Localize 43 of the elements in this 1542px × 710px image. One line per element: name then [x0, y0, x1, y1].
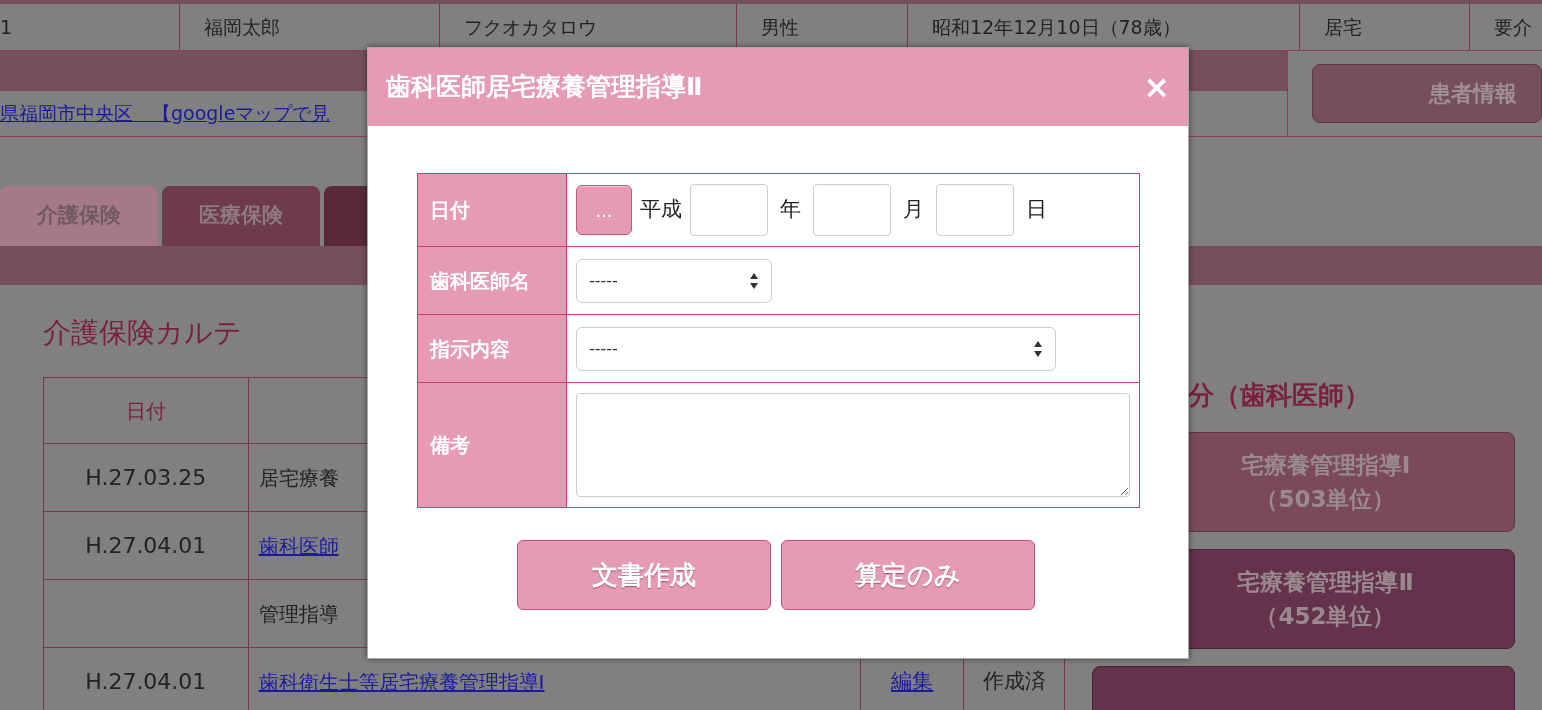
karte-title: 介護保険カルテ: [43, 315, 242, 351]
address-link[interactable]: 県福岡市中央区 【googleマップで見: [0, 99, 331, 128]
field-label: 歯科医師名: [430, 267, 530, 295]
dialog-title: 歯科医師居宅療養管理指導Ⅱ: [386, 71, 703, 104]
patient-info-button[interactable]: 患者情報: [1312, 64, 1542, 123]
date-unit-label: 年: [780, 196, 801, 224]
select-field[interactable]: -----: [576, 258, 772, 303]
patient-info-cell-text: フクオカタロウ: [464, 14, 597, 40]
date-cell-text: H.27.03.25: [85, 464, 207, 492]
date-unit-label: 月: [903, 196, 924, 224]
date-unit-label: 日: [1026, 196, 1047, 224]
era-label: 平成: [640, 196, 682, 224]
dialog-action-button[interactable]: 算定のみ: [781, 540, 1035, 610]
column-header: 日付: [125, 397, 166, 425]
field-label: 指示内容: [430, 335, 510, 363]
patient-info-cell-text: 福岡太郎: [204, 14, 280, 40]
edit-link[interactable]: 編集: [891, 665, 934, 698]
side-heading: 分（歯科医師）: [1187, 379, 1370, 412]
record-link[interactable]: 歯科医師: [258, 530, 339, 561]
close-button[interactable]: ×: [1143, 71, 1170, 103]
date-picker-button[interactable]: ...: [576, 185, 632, 235]
select-field[interactable]: -----: [576, 326, 1056, 371]
updown-arrows-icon: [1033, 339, 1043, 358]
date-input-field[interactable]: [813, 184, 891, 236]
date-cell-text: H.27.04.01: [85, 668, 207, 696]
updown-arrows-icon: [749, 271, 759, 290]
patient-info-cell-text: 1: [0, 14, 13, 40]
patient-info-cell-text: 要介: [1494, 14, 1532, 40]
patient-info-cell-text: 男性: [761, 14, 799, 40]
patient-info-cell-text: 居宅: [1324, 14, 1362, 40]
date-input-field[interactable]: [936, 184, 1014, 236]
record-text: 居宅療養: [258, 464, 339, 492]
tab[interactable]: 医療保険: [162, 186, 320, 246]
field-label: 備考: [430, 432, 470, 459]
remarks-field[interactable]: [576, 393, 1130, 497]
record-link[interactable]: 歯科衛生士等居宅療養管理指導Ⅰ: [258, 666, 545, 697]
date-input-field[interactable]: [690, 184, 768, 236]
status-cell-text: 作成済: [982, 667, 1046, 695]
date-cell-text: H.27.04.01: [85, 532, 207, 560]
patient-info-cell-text: 昭和12年12月10日（78歳）: [932, 14, 1181, 40]
dialog-action-button[interactable]: 文書作成: [517, 540, 771, 610]
record-text: 管理指導: [258, 600, 339, 628]
field-label: 日付: [430, 197, 470, 224]
